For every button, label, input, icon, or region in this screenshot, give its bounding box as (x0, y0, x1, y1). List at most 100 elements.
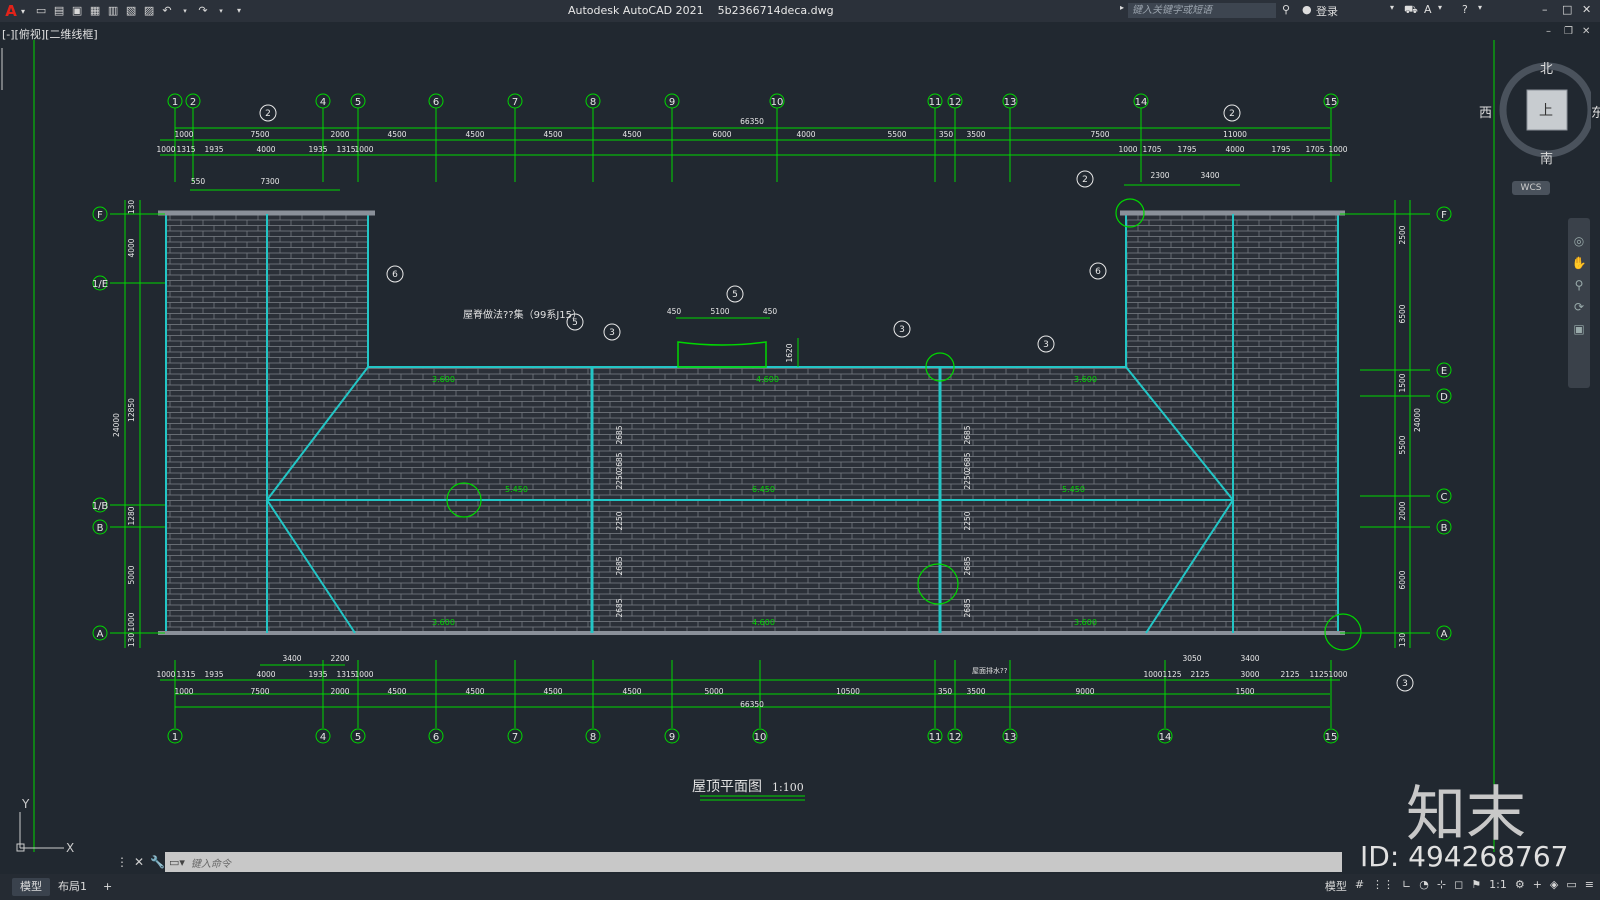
tab-layout1[interactable]: 布局1 (50, 878, 95, 896)
annotation-scale-button[interactable]: 1:1 (1489, 878, 1507, 894)
compass-south[interactable]: 南 (1540, 148, 1553, 167)
dim-bottom-r2: 3500 (966, 687, 985, 696)
zoom-icon[interactable]: ⚲ (1568, 274, 1590, 296)
login-dropdown-icon[interactable]: ▾ (1390, 3, 1394, 12)
dim-bottom-r1: 3000 (1240, 670, 1259, 679)
side-dim-right: 2685 (963, 452, 972, 471)
compass-west[interactable]: 西 (1479, 102, 1492, 121)
showmotion-icon[interactable]: ▣ (1568, 318, 1590, 340)
redo-dropdown-icon[interactable]: ▾ (215, 5, 227, 17)
wcs-menu[interactable]: WCS (1512, 181, 1550, 195)
web-open-icon[interactable]: ▥ (107, 5, 119, 17)
model-space-button[interactable]: 模型 (1325, 878, 1347, 894)
osnap-icon[interactable]: ◻ (1454, 878, 1463, 894)
dim-bottom-r1: 1000 (354, 670, 373, 679)
drainage-note: 屋面排水?? (972, 666, 1008, 675)
dim-bottom-r2: 1000 (174, 687, 193, 696)
dim-top-r1: 5500 (887, 130, 906, 139)
quick-access-toolbar: ▭ ▤ ▣ ▦ ▥ ▧ ▨ ↶ ▾ ↷ ▾ ▾ (35, 5, 245, 17)
navigation-bar[interactable]: ◎ ✋ ⚲ ⟳ ▣ (1568, 218, 1590, 388)
save-icon[interactable]: ▣ (71, 5, 83, 17)
help-dropdown-icon[interactable]: ▾ (1478, 3, 1482, 12)
grid-top-9: 9 (669, 97, 675, 108)
search-icon[interactable]: ⚲ (1282, 3, 1290, 16)
file-name: 5b2366714deca.dwg (717, 4, 834, 17)
dim-top-r1: 4000 (796, 130, 815, 139)
elevation-mark: 4.600 (752, 618, 775, 627)
account-dropdown-icon[interactable]: ▾ (1438, 3, 1442, 12)
plus-icon[interactable]: + (1533, 878, 1542, 894)
command-grip-icon[interactable]: ⋮ (116, 855, 128, 869)
polar-icon[interactable]: ◔ (1419, 878, 1429, 894)
print-icon[interactable]: ▨ (143, 5, 155, 17)
snap-icon[interactable]: ⋮⋮ (1372, 878, 1394, 894)
dim-right: 2500 (1398, 225, 1407, 244)
isodraft-icon[interactable]: ⊹ (1437, 878, 1446, 894)
undo-dropdown-icon[interactable]: ▾ (179, 5, 191, 17)
redo-icon[interactable]: ↷ (197, 5, 209, 17)
close-icon[interactable]: ✕ (1582, 3, 1591, 16)
ortho-icon[interactable]: ∟ (1402, 878, 1411, 894)
maximize-icon[interactable]: □ (1562, 3, 1572, 16)
side-dim-left: 2685 (615, 425, 624, 444)
app-menu-chevron-icon[interactable]: ▾ (21, 7, 25, 16)
grid-top-1: 1 (172, 97, 178, 108)
detail-callout: 2 (1229, 109, 1235, 119)
pan-icon[interactable]: ✋ (1568, 252, 1590, 274)
elevation-mark: 3.600 (432, 618, 455, 627)
search-input[interactable]: 键入关键字或短语 (1128, 3, 1276, 18)
grid-bottom-5: 5 (355, 732, 361, 743)
user-icon[interactable]: ● (1302, 3, 1312, 16)
side-dim-left: 2685 (615, 556, 624, 575)
cart-icon[interactable]: ⛟ (1404, 3, 1418, 18)
help-icon[interactable]: ? (1462, 3, 1468, 16)
command-close-icon[interactable]: ✕ (134, 855, 144, 869)
dim-left: 130 (127, 200, 136, 215)
viewcube[interactable]: 北 南 西 东 上 (1479, 58, 1600, 167)
command-customize-icon[interactable]: 🔧 (150, 855, 165, 869)
autodesk-account-icon[interactable]: A (1424, 3, 1432, 16)
orbit-icon[interactable]: ⟳ (1568, 296, 1590, 318)
dim-left: 24000 (112, 413, 121, 437)
side-dim-right: 2685 (963, 556, 972, 575)
tab-model[interactable]: 模型 (12, 878, 50, 896)
compass-north[interactable]: 北 (1540, 58, 1553, 77)
customize-menu-icon[interactable]: ≡ (1585, 878, 1594, 894)
dim-bottom-r2: 2000 (330, 687, 349, 696)
login-link[interactable]: 登录 (1316, 3, 1338, 19)
open-file-icon[interactable]: ▤ (53, 5, 65, 17)
dim-top-r1: 11000 (1223, 130, 1247, 139)
web-save-icon[interactable]: ▧ (125, 5, 137, 17)
grid-bottom-1: 1 (172, 732, 178, 743)
detail-callout: 2 (265, 109, 271, 119)
autocad-logo-icon[interactable]: A (3, 2, 19, 20)
customize-toolbar-icon[interactable]: ▾ (233, 5, 245, 17)
annotation-visibility-icon[interactable]: ⚑ (1471, 878, 1481, 894)
dim-bottom-r1: 2125 (1280, 670, 1299, 679)
drawing-canvas[interactable]: 1 2 4 5 6 7 8 9 10 11 12 13 14 15 1 4 5 6 7 8 9 10 11 12 13 14 15… (0, 22, 1600, 852)
grid-bottom-4: 4 (320, 732, 326, 743)
grid-icon[interactable]: # (1355, 878, 1364, 894)
dim-bottom-r1: 1000 (1143, 670, 1162, 679)
search-expand-icon[interactable]: ▸ (1120, 3, 1124, 12)
settings-icon[interactable]: ⚙ (1515, 878, 1525, 894)
dim-top-r1: 350 (939, 130, 954, 139)
steering-wheel-icon[interactable]: ◎ (1568, 230, 1590, 252)
dim-bottom-r1: 1125 (1309, 670, 1328, 679)
command-input[interactable]: ▭▾ 键入命令 (165, 852, 1342, 872)
viewcube-face-top[interactable]: 上 (1539, 100, 1553, 120)
save-as-icon[interactable]: ▦ (89, 5, 101, 17)
grid-right-F: F (1441, 210, 1447, 221)
fullscreen-icon[interactable]: ▭ (1566, 878, 1576, 894)
undo-icon[interactable]: ↶ (161, 5, 173, 17)
minimize-icon[interactable]: – (1542, 3, 1548, 16)
new-file-icon[interactable]: ▭ (35, 5, 47, 17)
isolate-icon[interactable]: ◈ (1550, 878, 1558, 894)
command-history-icon[interactable]: ▭▾ (169, 856, 185, 869)
compass-east[interactable]: 东 (1591, 102, 1600, 121)
dim-bottom-r2: 5000 (704, 687, 723, 696)
tab-add[interactable]: + (95, 878, 120, 896)
elevation-mark: 5.450 (505, 485, 528, 494)
dim-bottom-r1: 1125 (1162, 670, 1181, 679)
dim-bottom-r2: 9000 (1075, 687, 1094, 696)
